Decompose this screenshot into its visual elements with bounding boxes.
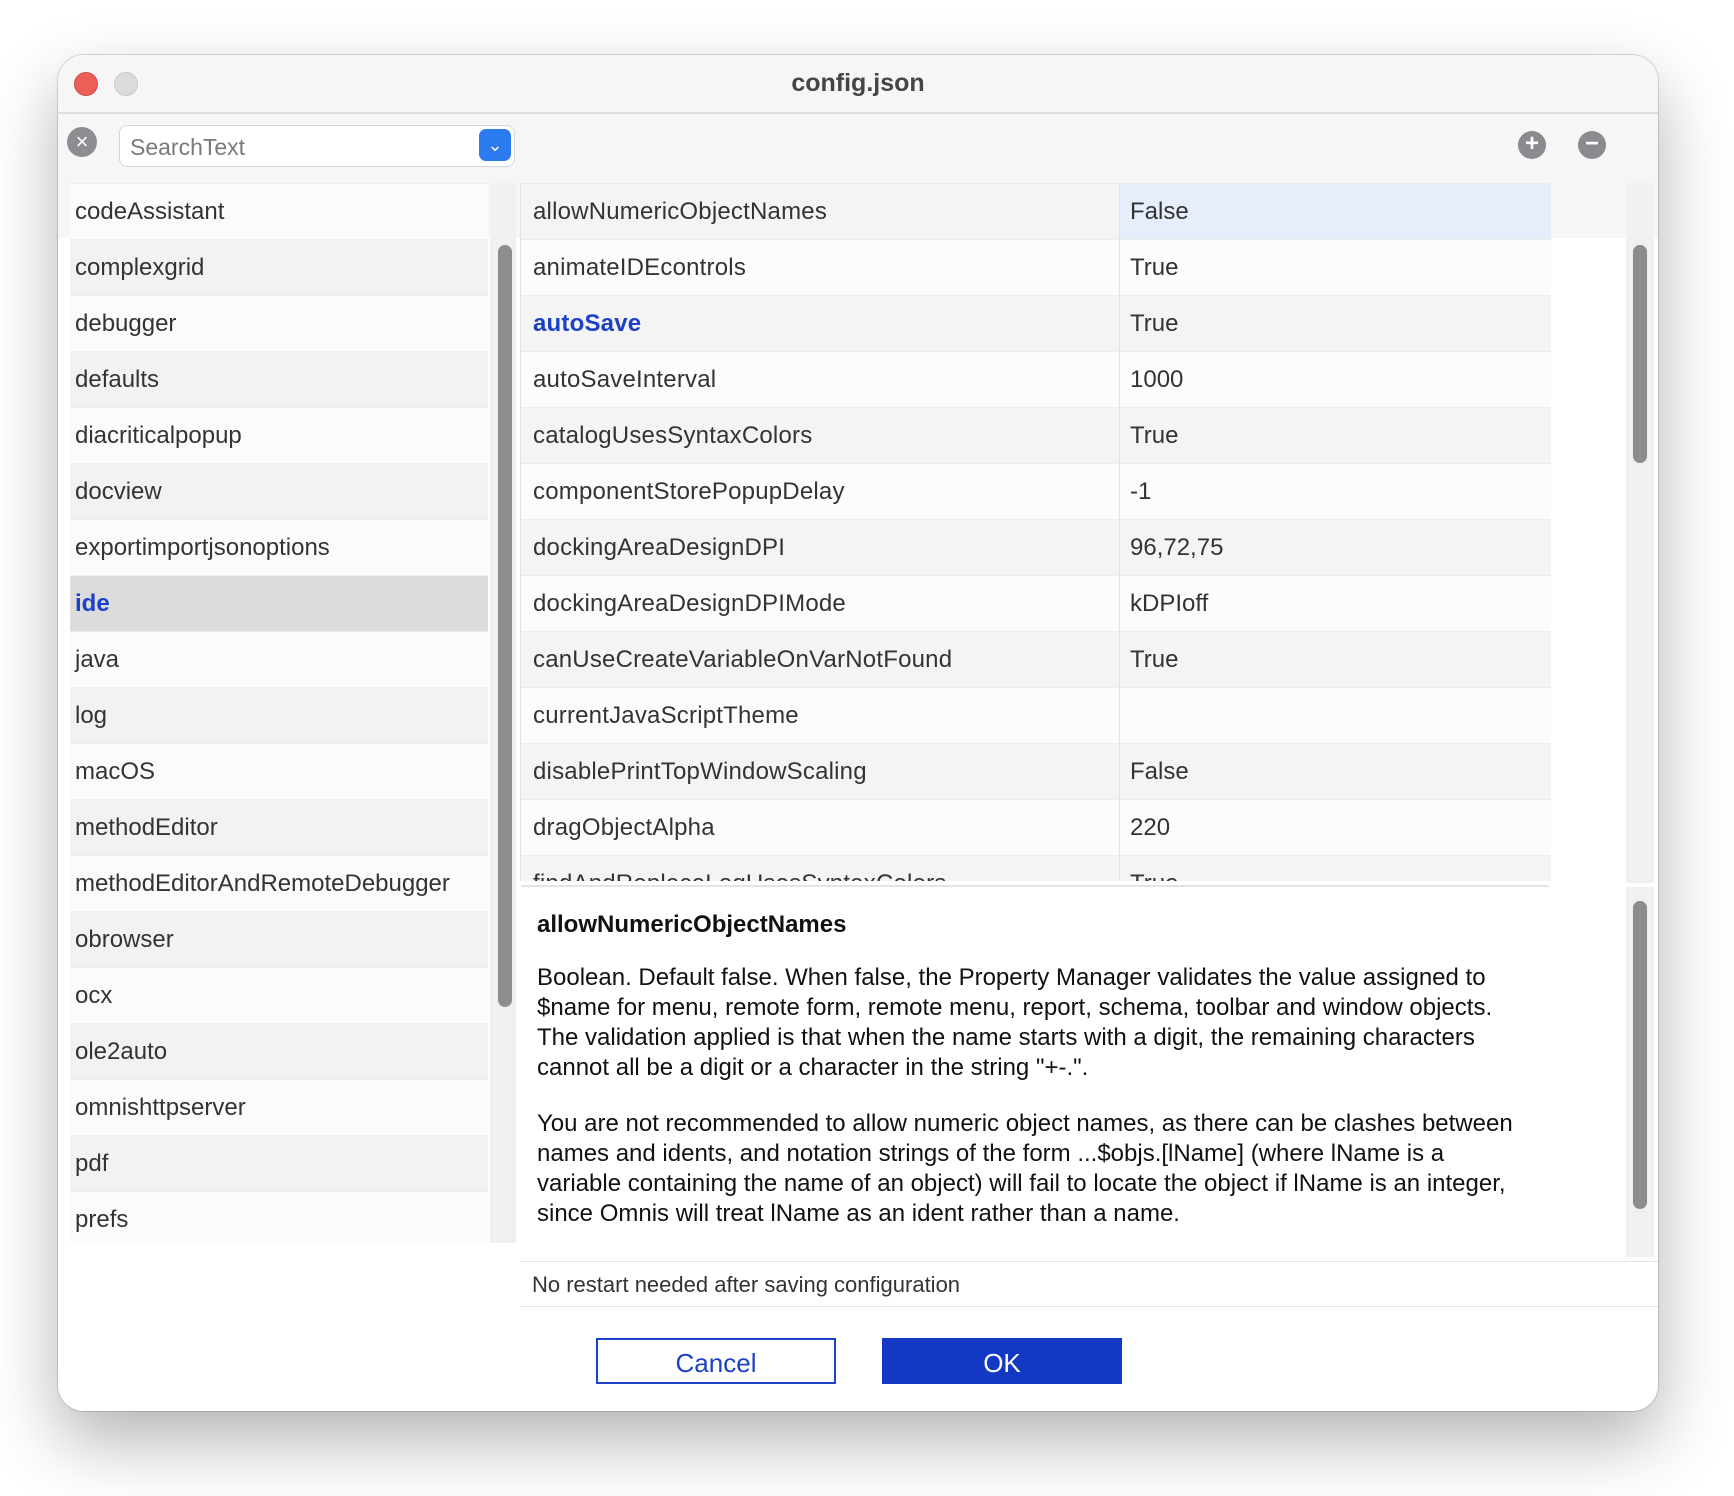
sidebar-item[interactable]: diacriticalpopup <box>70 407 488 463</box>
property-row[interactable]: disablePrintTopWindowScaling False <box>521 743 1551 799</box>
search-dropdown-icon[interactable]: ⌄ <box>479 129 511 161</box>
property-row[interactable]: autoSaveInterval 1000 <box>521 351 1551 407</box>
property-name: animateIDEcontrols <box>533 254 747 281</box>
property-value[interactable]: True <box>1119 856 1551 881</box>
property-name: componentStorePopupDelay <box>533 478 845 505</box>
property-name: disablePrintTopWindowScaling <box>533 758 867 785</box>
property-table-scroll-thumb[interactable] <box>1633 245 1647 463</box>
property-row[interactable]: allowNumericObjectNames False⌄ <box>521 183 1551 239</box>
sidebar-item[interactable]: methodEditorAndRemoteDebugger <box>70 855 488 911</box>
property-row[interactable]: dragObjectAlpha 220 <box>521 799 1551 855</box>
property-row[interactable]: componentStorePopupDelay -1 <box>521 463 1551 519</box>
property-value[interactable]: True <box>1119 632 1551 687</box>
property-row[interactable]: findAndReplaceLogUsesSyntaxColors True <box>521 855 1551 881</box>
sidebar-item[interactable]: omnishttpserver <box>70 1079 488 1135</box>
button-bar <box>58 1307 1658 1411</box>
status-bar: No restart needed after saving configura… <box>520 1261 1658 1307</box>
property-value-text: kDPIoff <box>1130 590 1209 617</box>
property-table: allowNumericObjectNamesFalse⌄animateIDEc… <box>520 183 1551 881</box>
property-row[interactable]: dockingAreaDesignDPI 96,72,75 <box>521 519 1551 575</box>
sidebar-item[interactable]: methodEditor <box>70 799 488 855</box>
sidebar-item[interactable]: ocx <box>70 967 488 1023</box>
property-name: allowNumericObjectNames <box>533 198 828 225</box>
property-name: dockingAreaDesignDPI <box>533 534 786 561</box>
clear-search-icon[interactable]: × <box>67 127 97 157</box>
title-bar: config.json <box>58 55 1658 114</box>
sidebar-item[interactable]: docview <box>70 463 488 519</box>
property-row[interactable]: dockingAreaDesignDPIMode kDPIoff <box>521 575 1551 631</box>
property-value[interactable]: 220 <box>1119 800 1551 855</box>
property-row[interactable]: currentJavaScriptTheme <box>521 687 1551 743</box>
search-box: ⌄ <box>119 125 515 168</box>
property-value[interactable]: False⌄ <box>1119 184 1551 239</box>
cancel-button[interactable]: Cancel <box>596 1338 836 1384</box>
sidebar-item[interactable]: defaults <box>70 351 488 407</box>
sidebar-item[interactable]: exportimportjsonoptions <box>70 519 488 575</box>
description-panel: allowNumericObjectNames Boolean. Default… <box>521 885 1549 1230</box>
property-name: dragObjectAlpha <box>533 814 715 841</box>
property-row[interactable]: animateIDEcontrols True <box>521 239 1551 295</box>
sidebar-item[interactable]: obrowser <box>70 911 488 967</box>
property-value-text: True <box>1130 422 1179 449</box>
sidebar-item[interactable]: ole2auto <box>70 1023 488 1079</box>
property-value[interactable] <box>1119 688 1551 743</box>
sidebar-item[interactable]: ide <box>70 575 488 631</box>
sidebar-item[interactable]: codeAssistant <box>70 183 488 239</box>
section-list-scroll-thumb[interactable] <box>498 245 512 1007</box>
window-title: config.json <box>791 69 925 97</box>
sidebar-item[interactable]: java <box>70 631 488 687</box>
property-table-scrollbar[interactable] <box>1626 183 1654 883</box>
property-row[interactable]: autoSave True <box>521 295 1551 351</box>
property-name: autoSaveInterval <box>533 366 717 393</box>
property-value-text: -1 <box>1130 478 1152 505</box>
description-paragraph: Boolean. Default false. When false, the … <box>537 964 1493 1081</box>
property-value-text: True <box>1130 870 1178 881</box>
property-name: autoSave <box>533 310 642 337</box>
remove-entry-icon[interactable]: − <box>1578 131 1606 159</box>
property-value-text: 96,72,75 <box>1130 534 1224 561</box>
sidebar-item[interactable]: macOS <box>70 743 488 799</box>
search-input[interactable] <box>128 126 462 168</box>
sidebar-item[interactable]: prefs <box>70 1191 488 1243</box>
section-list-scrollbar[interactable] <box>490 183 516 1243</box>
sidebar-item[interactable]: complexgrid <box>70 239 488 295</box>
property-name: dockingAreaDesignDPIMode <box>533 590 846 617</box>
property-value[interactable]: True <box>1119 240 1551 295</box>
property-name: currentJavaScriptTheme <box>533 702 799 729</box>
property-value[interactable]: True <box>1119 408 1551 463</box>
ok-button[interactable]: OK <box>882 1338 1122 1384</box>
property-row[interactable]: catalogUsesSyntaxColors True <box>521 407 1551 463</box>
property-value-text: True <box>1130 310 1179 337</box>
sidebar-item[interactable]: log <box>70 687 488 743</box>
description-scroll-thumb[interactable] <box>1633 901 1647 1209</box>
property-name: findAndReplaceLogUsesSyntaxColors <box>533 856 947 881</box>
property-value-text: True <box>1130 254 1179 281</box>
property-value-text: False <box>1130 198 1189 225</box>
property-row[interactable]: canUseCreateVariableOnVarNotFound True <box>521 631 1551 687</box>
description-title: allowNumericObjectNames <box>537 911 847 938</box>
description-scrollbar[interactable] <box>1626 887 1654 1257</box>
property-value[interactable]: kDPIoff <box>1119 576 1551 631</box>
property-value-text: 220 <box>1130 814 1171 841</box>
property-value-text: False <box>1130 758 1189 785</box>
property-name: catalogUsesSyntaxColors <box>533 422 813 449</box>
property-value-text: True <box>1130 646 1179 673</box>
property-value[interactable]: False <box>1119 744 1551 799</box>
section-list: codeAssistant complexgrid debugger defaults… <box>70 183 488 1243</box>
property-value[interactable]: 96,72,75 <box>1119 520 1551 575</box>
sidebar-item[interactable]: debugger <box>70 295 488 351</box>
add-entry-icon[interactable]: + <box>1518 131 1546 159</box>
description-paragraph: You are not recommended to allow numeric… <box>537 1110 1513 1227</box>
property-value[interactable]: -1 <box>1119 464 1551 519</box>
sidebar-item[interactable]: pdf <box>70 1135 488 1191</box>
property-name: canUseCreateVariableOnVarNotFound <box>533 646 953 673</box>
property-value[interactable]: True <box>1119 296 1551 351</box>
config-window: config.json × ⌄ + − codeAssistantcomplex… <box>58 55 1658 1411</box>
property-value-text: 1000 <box>1130 366 1184 393</box>
property-value[interactable]: 1000 <box>1119 352 1551 407</box>
